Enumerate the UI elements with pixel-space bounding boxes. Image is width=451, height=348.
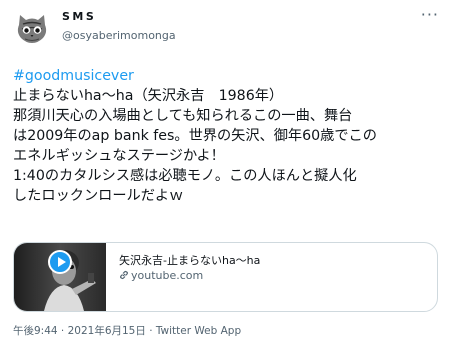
author-handle[interactable]: @osyaberimomonga: [62, 29, 176, 42]
card-domain: youtube.com: [119, 269, 203, 282]
card-domain-text: youtube.com: [131, 269, 204, 282]
tweet-line: したロックンロールだよｗ: [13, 188, 184, 204]
tweet-text: #goodmusicever 止まらないha～ha（矢沢永吉 1986年） 那須…: [13, 66, 443, 206]
tweet-line: 1:40のカタルシス感は必聴モノ。この人ほんと擬人化: [13, 168, 357, 184]
tweet-line: 止まらないha～ha（矢沢永吉 1986年）: [13, 88, 284, 104]
link-card[interactable]: 矢沢永吉-止まらないha～ha youtube.com: [13, 242, 438, 312]
video-thumbnail[interactable]: [14, 243, 106, 311]
tweet-line: 那須川天心の入場曲としても知られるこの一曲、舞台: [13, 108, 353, 124]
hashtag-link[interactable]: #goodmusicever: [13, 66, 443, 86]
author-name[interactable]: SMS: [62, 10, 96, 23]
tweet-timestamp[interactable]: 午後9:44 · 2021年6月15日 · Twitter Web App: [13, 323, 241, 338]
tweet-line: は2009年のap bank fes。世界の矢沢、御年60歳でこの: [13, 128, 377, 144]
play-icon[interactable]: [48, 250, 72, 274]
avatar[interactable]: [12, 8, 52, 48]
tweet-line: エネルギッシュなステージかよ！: [13, 148, 225, 164]
card-title[interactable]: 矢沢永吉-止まらないha～ha: [119, 252, 260, 268]
link-icon: [120, 270, 128, 280]
more-options-icon[interactable]: ···: [421, 5, 439, 24]
